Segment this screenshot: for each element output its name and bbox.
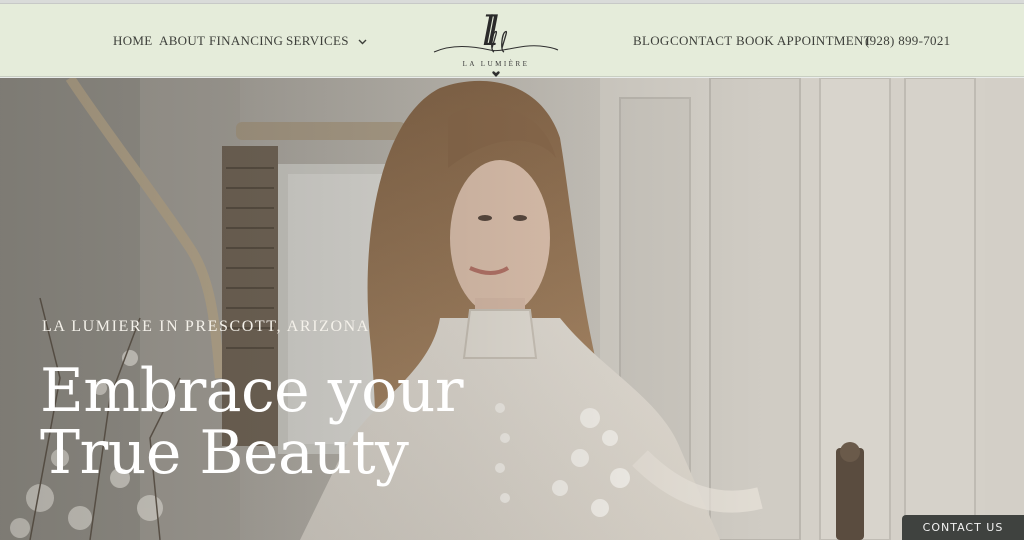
logo-monogram: ll <box>482 9 499 55</box>
nav-contact-link[interactable]: CONTACT <box>670 33 732 49</box>
nav-about-link[interactable]: ABOUT <box>159 33 205 49</box>
nav-services-link[interactable]: SERVICES <box>286 33 367 49</box>
hero-eyebrow: LA LUMIERE IN PRESCOTT, ARIZONA <box>42 318 370 335</box>
nav-services-label: SERVICES <box>286 33 349 48</box>
nav-phone-link[interactable]: (928) 899-7021 <box>865 33 950 49</box>
logo-wordmark: LA LUMIÈRE <box>462 60 530 68</box>
heart-icon <box>492 71 500 77</box>
hero-headline-line-1: Embrace your <box>40 356 464 426</box>
hero-section: LA LUMIERE IN PRESCOTT, ARIZONA Embrace … <box>0 78 1024 540</box>
site-logo[interactable]: ll LA LUMIÈRE <box>432 8 560 78</box>
nav-blog-link[interactable]: BLOG <box>633 33 670 49</box>
site-header: HOME ABOUT FINANCING SERVICES ll LA LUMI… <box>0 4 1024 77</box>
nav-financing-link[interactable]: FINANCING <box>209 33 283 49</box>
nav-book-appointment-link[interactable]: BOOK APPOINTMENT <box>736 33 872 49</box>
nav-home-link[interactable]: HOME <box>113 33 152 49</box>
hero-headline-line-2: True Beauty <box>40 418 409 488</box>
logo-swash <box>433 30 559 53</box>
hero-headline: Embrace your True Beauty <box>40 360 600 484</box>
contact-us-button[interactable]: CONTACT US <box>902 515 1024 540</box>
chevron-down-icon <box>358 39 367 45</box>
